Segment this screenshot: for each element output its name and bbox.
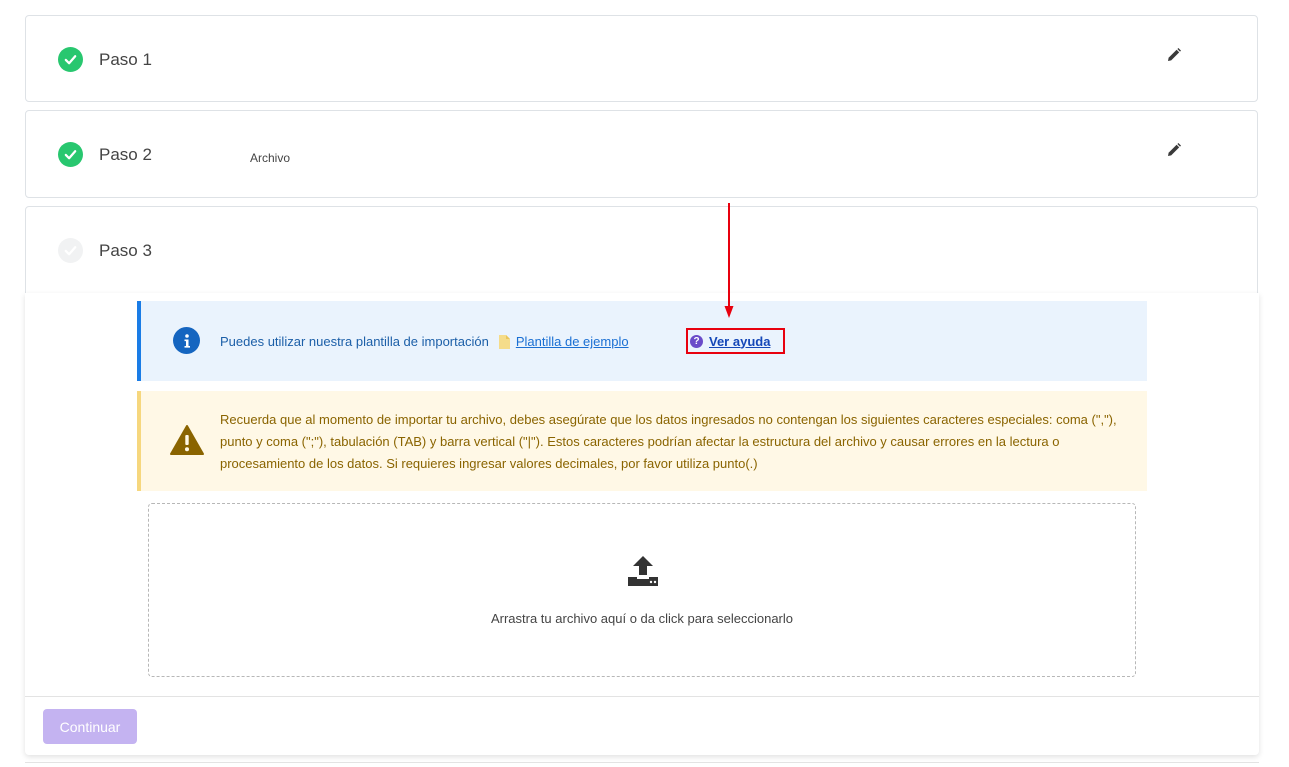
step-title: Paso 3 bbox=[99, 241, 152, 260]
template-link[interactable]: Plantilla de ejemplo bbox=[516, 334, 629, 349]
info-alert: Puedes utilizar nuestra plantilla de imp… bbox=[137, 301, 1147, 381]
continue-button[interactable]: Continuar bbox=[43, 709, 137, 744]
pencil-icon[interactable] bbox=[1166, 142, 1182, 158]
info-circle-icon bbox=[173, 327, 200, 354]
pencil-icon[interactable] bbox=[1166, 47, 1182, 63]
step-1-card: Paso 1 bbox=[25, 15, 1258, 102]
check-circle-icon bbox=[58, 142, 83, 167]
warning-triangle-icon bbox=[170, 425, 204, 455]
step-2-card: Paso 2 Archivo bbox=[25, 110, 1258, 198]
question-circle-icon: ? bbox=[690, 334, 703, 348]
dropzone-text: Arrastra tu archivo aquí o da click para… bbox=[490, 611, 794, 626]
step-title: Paso 1 bbox=[99, 50, 152, 69]
next-card-edge bbox=[25, 762, 1259, 767]
help-link[interactable]: Ver ayuda bbox=[709, 334, 770, 349]
file-icon bbox=[498, 334, 510, 349]
warning-alert: Recuerda que al momento de importar tu a… bbox=[137, 391, 1147, 491]
check-circle-icon bbox=[58, 47, 83, 72]
check-circle-icon bbox=[58, 238, 83, 263]
step-subtitle: Archivo bbox=[250, 151, 291, 165]
help-link-highlight[interactable]: ? Ver ayuda bbox=[686, 328, 785, 354]
info-text-row: Puedes utilizar nuestra plantilla de imp… bbox=[220, 334, 629, 349]
file-dropzone[interactable]: Arrastra tu archivo aquí o da click para… bbox=[148, 503, 1136, 677]
divider bbox=[25, 696, 1259, 697]
step-3-panel: Puedes utilizar nuestra plantilla de imp… bbox=[25, 293, 1259, 755]
warning-message: Recuerda que al momento de importar tu a… bbox=[220, 412, 1117, 471]
step-3-card: Paso 3 bbox=[25, 206, 1258, 294]
step-title: Paso 2 bbox=[99, 145, 152, 164]
upload-icon bbox=[628, 556, 658, 586]
info-message: Puedes utilizar nuestra plantilla de imp… bbox=[220, 334, 489, 349]
